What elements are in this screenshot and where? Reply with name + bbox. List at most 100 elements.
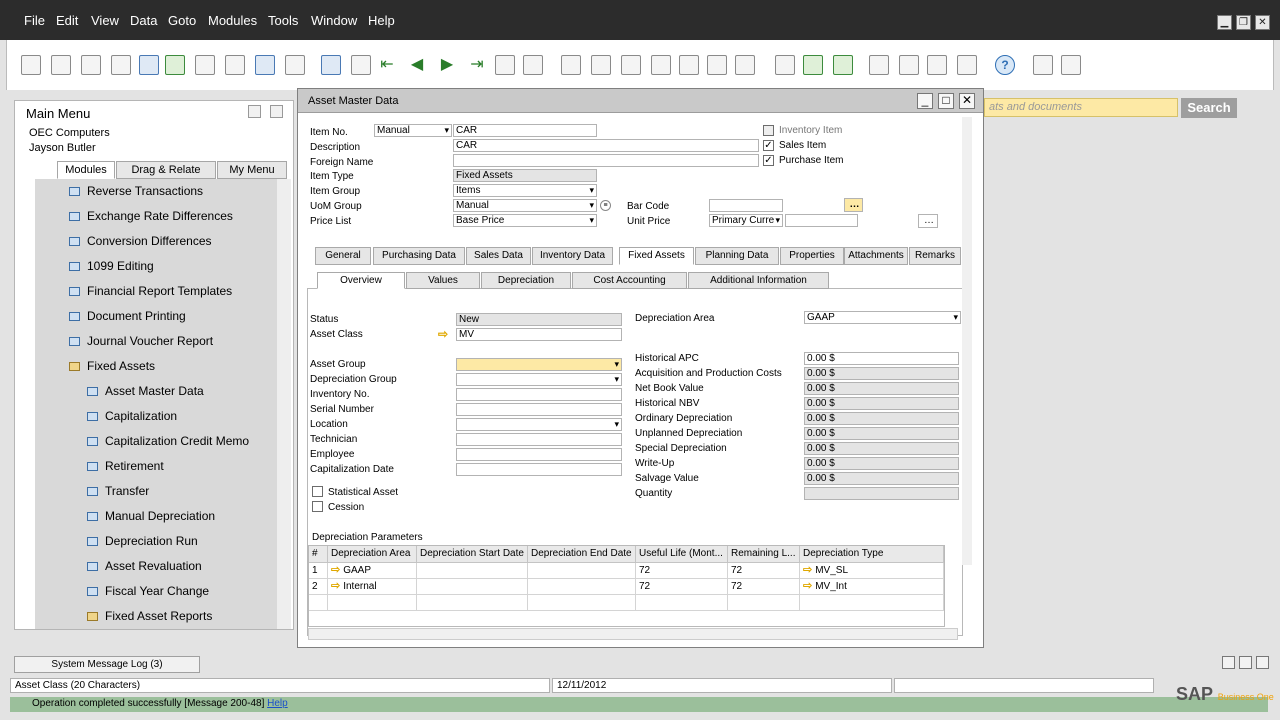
- last-record-icon[interactable]: ⇥: [467, 55, 487, 75]
- help-icon[interactable]: ?: [995, 55, 1015, 75]
- find-icon[interactable]: [321, 55, 341, 75]
- open-document-icon[interactable]: [869, 55, 889, 75]
- depreciation-area-select[interactable]: GAAP: [804, 311, 961, 324]
- previous-record-icon[interactable]: ◀: [407, 55, 427, 75]
- tab-inventory-data[interactable]: Inventory Data: [532, 247, 613, 265]
- list-item[interactable]: Fixed Assets: [35, 354, 277, 379]
- link-arrow-icon[interactable]: ⇨: [438, 327, 448, 341]
- item-no-series-select[interactable]: Manual: [374, 124, 452, 137]
- email-icon[interactable]: [81, 55, 101, 75]
- tab-attachments[interactable]: Attachments: [844, 247, 908, 265]
- unit-price-field[interactable]: [785, 214, 858, 227]
- list-item[interactable]: Capitalization: [35, 404, 277, 429]
- add-icon[interactable]: [351, 55, 371, 75]
- tab-general[interactable]: General: [315, 247, 371, 265]
- bar-code-more-button[interactable]: …: [844, 198, 863, 212]
- maximize-window-button[interactable]: □: [938, 93, 954, 109]
- foreign-name-field[interactable]: [453, 154, 759, 167]
- table-cell[interactable]: [800, 595, 944, 611]
- restore-icon[interactable]: [1222, 656, 1235, 669]
- subtab-values[interactable]: Values: [406, 272, 480, 289]
- table-cell[interactable]: 72: [728, 579, 800, 595]
- next-record-icon[interactable]: ▶: [437, 55, 457, 75]
- minimize-button[interactable]: ▁: [1217, 15, 1232, 30]
- minimize-icon[interactable]: [248, 105, 261, 118]
- print-icon[interactable]: [51, 55, 71, 75]
- form-settings-icon[interactable]: [803, 55, 823, 75]
- list-item[interactable]: Exchange Rate Differences: [35, 204, 277, 229]
- tab-my-menu[interactable]: My Menu: [217, 161, 287, 179]
- item-no-field[interactable]: CAR: [453, 124, 597, 137]
- launch-app-icon[interactable]: [255, 55, 275, 75]
- restore-button[interactable]: ❐: [1236, 15, 1251, 30]
- list-item[interactable]: Conversion Differences: [35, 229, 277, 254]
- table-cell[interactable]: [417, 579, 528, 595]
- list-item[interactable]: 1099 Editing: [35, 254, 277, 279]
- sort-icon[interactable]: [523, 55, 543, 75]
- description-field[interactable]: CAR: [453, 139, 759, 152]
- serial-number-field[interactable]: [456, 403, 622, 416]
- subtab-additional-information[interactable]: Additional Information: [688, 272, 829, 289]
- column-header[interactable]: #: [309, 546, 328, 563]
- inventory-no-field[interactable]: [456, 388, 622, 401]
- asset-group-field[interactable]: [456, 358, 622, 371]
- table-cell[interactable]: [636, 595, 728, 611]
- settlement-icon[interactable]: [651, 55, 671, 75]
- menu-help[interactable]: Help: [368, 13, 395, 28]
- export-excel-icon[interactable]: [165, 55, 185, 75]
- system-message-log-tab[interactable]: System Message Log (3): [14, 656, 200, 673]
- gross-profit-icon[interactable]: [679, 55, 699, 75]
- subtab-overview[interactable]: Overview: [317, 272, 405, 289]
- export-word-icon[interactable]: [195, 55, 215, 75]
- list-item[interactable]: Transfer: [35, 479, 277, 504]
- menu-goto[interactable]: Goto: [168, 13, 196, 28]
- tab-sales-data[interactable]: Sales Data: [466, 247, 531, 265]
- help-link[interactable]: Help: [267, 698, 288, 709]
- cession-checkbox[interactable]: [312, 501, 323, 512]
- purchase-item-checkbox[interactable]: ✓: [763, 155, 774, 166]
- link-arrow-icon[interactable]: ⇨: [803, 564, 812, 576]
- vertical-scrollbar[interactable]: [962, 117, 972, 565]
- table-cell[interactable]: 72: [636, 579, 728, 595]
- column-header[interactable]: Depreciation Type: [800, 546, 944, 563]
- scrollbar[interactable]: [277, 179, 291, 629]
- search-button[interactable]: Search: [1181, 98, 1237, 118]
- list-item[interactable]: Fiscal Year Change: [35, 579, 277, 604]
- settings-icon[interactable]: [1033, 55, 1053, 75]
- calendar-icon[interactable]: [927, 55, 947, 75]
- historical-apc-field[interactable]: 0.00 $: [804, 352, 959, 365]
- table-cell[interactable]: ⇨ MV_Int: [800, 579, 944, 595]
- lock-screen-icon[interactable]: [285, 55, 305, 75]
- list-item[interactable]: Asset Revaluation: [35, 554, 277, 579]
- maximize-icon[interactable]: [1239, 656, 1252, 669]
- table-cell[interactable]: ⇨ MV_SL: [800, 563, 944, 579]
- fax-icon[interactable]: [139, 55, 159, 75]
- close-window-button[interactable]: ✕: [959, 93, 975, 109]
- table-cell[interactable]: [417, 563, 528, 579]
- inventory-item-checkbox[interactable]: [763, 125, 774, 136]
- tab-remarks[interactable]: Remarks: [909, 247, 961, 265]
- uom-group-select[interactable]: Manual: [453, 199, 597, 212]
- price-list-select[interactable]: Base Price: [453, 214, 597, 227]
- unit-price-more-button[interactable]: …: [918, 214, 938, 228]
- sales-item-checkbox[interactable]: ✓: [763, 140, 774, 151]
- maximize-icon[interactable]: [270, 105, 283, 118]
- preview-icon[interactable]: [21, 55, 41, 75]
- depreciation-group-field[interactable]: [456, 373, 622, 386]
- table-cell[interactable]: [528, 595, 636, 611]
- close-button[interactable]: ✕: [1255, 15, 1270, 30]
- capitalization-date-field[interactable]: [456, 463, 622, 476]
- draw-icon[interactable]: [775, 55, 795, 75]
- list-item[interactable]: Capitalization Credit Memo: [35, 429, 277, 454]
- table-cell[interactable]: [528, 563, 636, 579]
- menu-edit[interactable]: Edit: [56, 13, 78, 28]
- item-group-select[interactable]: Items: [453, 184, 597, 197]
- tab-planning-data[interactable]: Planning Data: [695, 247, 779, 265]
- alerts-icon[interactable]: [957, 55, 977, 75]
- transaction-journal-icon[interactable]: [707, 55, 727, 75]
- statistical-asset-checkbox[interactable]: [312, 486, 323, 497]
- menu-data[interactable]: Data: [130, 13, 157, 28]
- layout-designer-icon[interactable]: [1061, 55, 1081, 75]
- asset-class-field[interactable]: MV: [456, 328, 622, 341]
- list-item[interactable]: Reverse Transactions: [35, 179, 277, 204]
